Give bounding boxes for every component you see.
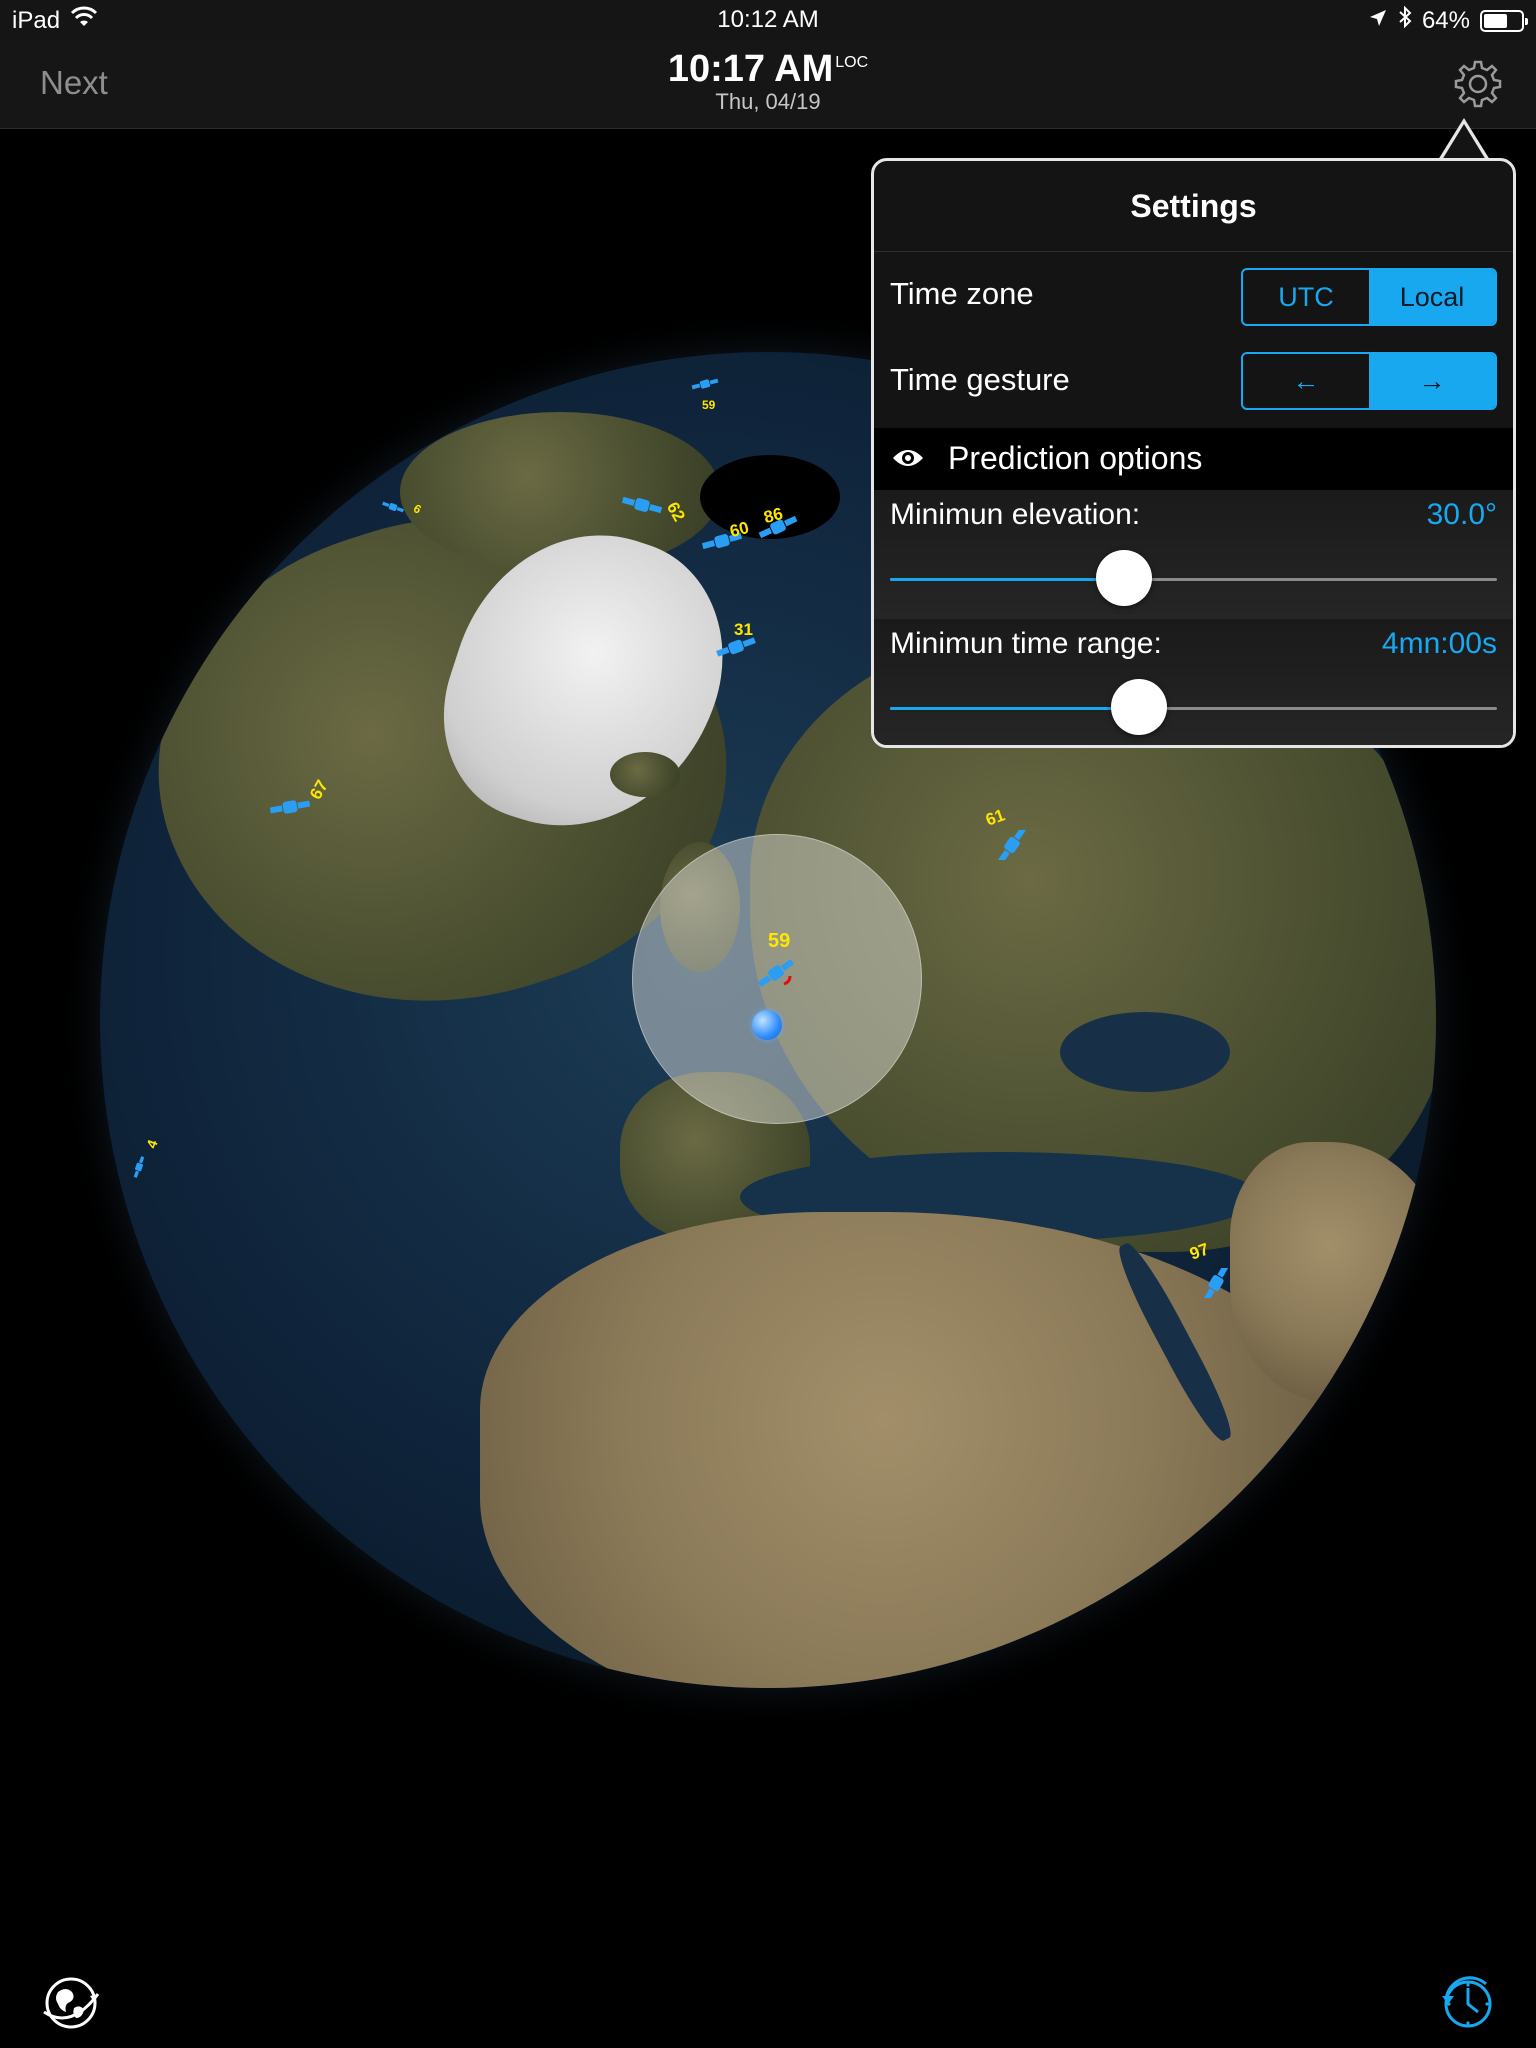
time-zone-suffix: LOC <box>835 54 869 71</box>
land-iceland <box>610 752 680 797</box>
min-elevation-label: Minimun elevation: <box>890 498 1141 531</box>
nav-clock[interactable]: 10:17 AM LOC Thu, 04/19 <box>0 48 1536 115</box>
satellite-icon[interactable] <box>128 1154 150 1180</box>
min-elevation-slider[interactable] <box>890 550 1497 606</box>
clock-reset-icon[interactable] <box>1436 1972 1498 2034</box>
slider-thumb[interactable] <box>1110 679 1167 735</box>
time-zone-segmented-control: UTC Local <box>1241 268 1497 326</box>
satellite-label: 59 <box>768 930 791 952</box>
battery-level <box>1484 13 1508 28</box>
eye-icon <box>892 446 924 475</box>
gesture-right-option[interactable]: → <box>1369 354 1495 408</box>
slider-fill <box>890 707 1139 710</box>
satellite-icon[interactable] <box>756 958 796 988</box>
satellite-icon[interactable] <box>1196 1264 1236 1302</box>
nav-bar: Next 10:17 AM LOC Thu, 04/19 <box>0 40 1536 129</box>
battery-percent: 64% <box>1421 6 1470 34</box>
settings-title: Settings <box>874 161 1513 252</box>
battery-icon <box>1480 9 1528 32</box>
prediction-options-header: Prediction options <box>874 428 1513 490</box>
globe-icon[interactable] <box>40 1972 102 2034</box>
status-time: 10:12 AM <box>717 6 819 33</box>
time-gesture-row: Time gesture ← → <box>874 340 1513 428</box>
satellite-icon[interactable] <box>382 498 404 516</box>
min-time-range-setting: Minimun time range: 4mn:00s <box>874 619 1513 745</box>
popover-arrow <box>1438 118 1490 160</box>
satellite-label: 59 <box>702 398 716 412</box>
slider-fill <box>890 578 1125 581</box>
prediction-options-title: Prediction options <box>948 440 1203 476</box>
gesture-left-option[interactable]: ← <box>1243 354 1369 408</box>
user-location-marker[interactable] <box>752 1010 782 1040</box>
min-time-range-slider[interactable] <box>890 679 1497 735</box>
satellite-icon[interactable] <box>992 826 1032 864</box>
slider-thumb[interactable] <box>1096 550 1153 606</box>
time-zone-row: Time zone UTC Local <box>874 252 1513 340</box>
min-elevation-value: 30.0° <box>1426 498 1497 531</box>
black-sea <box>1060 1012 1230 1092</box>
nav-date: Thu, 04/19 <box>715 89 821 114</box>
min-time-range-label: Minimun time range: <box>890 627 1162 660</box>
satellite-icon[interactable] <box>690 374 720 394</box>
land-arabia <box>1230 1142 1436 1402</box>
status-bar: iPad 10:12 AM 64% <box>0 0 1536 40</box>
time-zone-label: Time zone <box>890 276 1034 311</box>
satellite-icon[interactable] <box>269 792 311 822</box>
time-gesture-label: Time gesture <box>890 362 1070 397</box>
min-time-range-value: 4mn:00s <box>1381 627 1497 660</box>
time-gesture-segmented-control: ← → <box>1241 352 1497 410</box>
gear-icon[interactable] <box>1450 56 1506 112</box>
satellite-label: 31 <box>734 620 753 639</box>
time-zone-local-option[interactable]: Local <box>1369 270 1495 324</box>
nav-time: 10:17 AM <box>667 48 834 90</box>
min-elevation-setting: Minimun elevation: 30.0° <box>874 490 1513 619</box>
settings-popover: Settings Time zone UTC Local Time gestur… <box>871 158 1516 748</box>
time-zone-utc-option[interactable]: UTC <box>1243 270 1369 324</box>
location-arrow-icon <box>1368 7 1388 35</box>
satellite-icon[interactable] <box>621 490 663 520</box>
bluetooth-icon <box>1398 5 1412 35</box>
